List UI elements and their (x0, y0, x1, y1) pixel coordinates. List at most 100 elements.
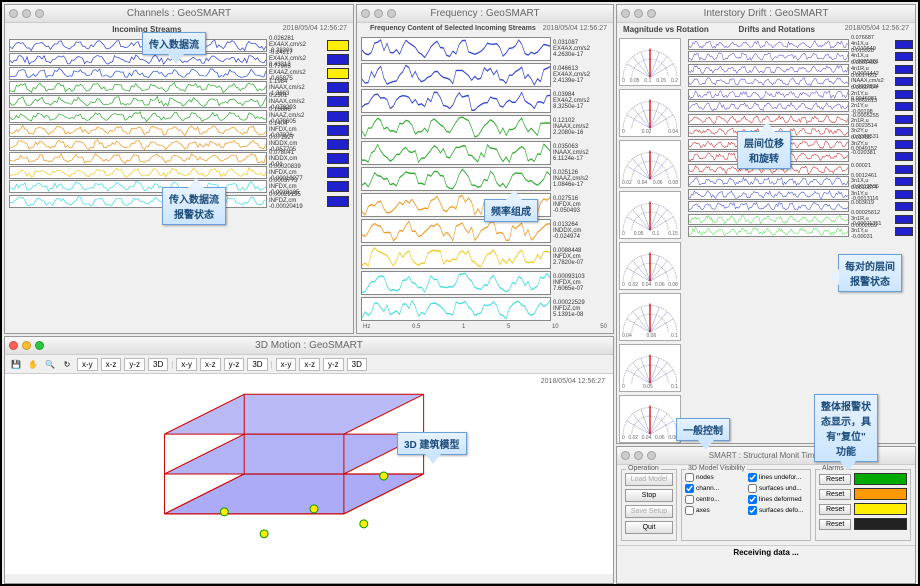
drift-waveform[interactable] (688, 76, 849, 87)
drift-waveform[interactable] (688, 64, 849, 75)
drift-waveform[interactable] (688, 39, 849, 50)
drift-timestamp: 2018/05/04 12:56:27 (845, 25, 909, 34)
checkbox-input[interactable] (685, 484, 694, 493)
checkbox-input[interactable] (685, 495, 694, 504)
callout-3d: 3D 建筑模型 (397, 432, 467, 455)
vis-checkbox-chann[interactable]: chann... (685, 484, 744, 493)
view-button-yz[interactable]: y-z (224, 358, 245, 371)
drift-waveform[interactable] (688, 214, 849, 225)
reset-button[interactable]: Reset (819, 489, 851, 500)
channels-titlebar[interactable]: Channels : GeoSMART (5, 5, 353, 23)
save-icon[interactable]: 💾 (9, 357, 23, 371)
frequency-info: 0.025126INAAZ,cm/s21.0846e-17 (553, 170, 609, 188)
channel-waveform[interactable] (9, 53, 267, 66)
reset-button[interactable]: Reset (819, 474, 851, 485)
vis-checkbox-linesdeformed[interactable]: lines deformed (748, 495, 807, 504)
channel-waveform[interactable] (9, 81, 267, 94)
frequency-row: 0.00093103INFDX,cm7.6065e-07 (361, 270, 609, 296)
motion3d-viewport[interactable]: 2018/05/04 12:56:27 (5, 374, 613, 574)
channel-waveform[interactable] (9, 138, 267, 151)
view-button-xz[interactable]: x-z (101, 358, 122, 371)
frequency-waveform[interactable] (361, 37, 551, 61)
callout-overall: 整体报警状 态显示，具 有"复位" 功能 (814, 394, 878, 462)
drift-dr-title: Drifts and Rotations (739, 25, 815, 34)
vis-checkbox-surfacesdefo[interactable]: surfaces defo... (748, 506, 807, 515)
channel-waveform[interactable] (9, 110, 267, 123)
drift-waveform[interactable] (688, 189, 849, 200)
reset-button[interactable]: Reset (819, 519, 851, 530)
checkbox-input[interactable] (748, 495, 757, 504)
drift-row: 0.00020593n1Y,u-0.00031 (688, 226, 913, 239)
drift-window: Interstory Drift : GeoSMART Magnitude vs… (616, 4, 916, 444)
checkbox-input[interactable] (685, 506, 694, 515)
vis-checkbox-nodes[interactable]: nodes (685, 473, 744, 482)
frequency-waveform[interactable] (361, 89, 551, 113)
control-title: SMART : Structural Monit Time : (709, 451, 823, 460)
channel-waveform[interactable] (9, 166, 267, 179)
frequency-waveform[interactable] (361, 245, 551, 269)
view-button-xy[interactable]: x-y (276, 358, 297, 371)
drift-alarm-indicator (895, 215, 913, 224)
checkbox-input[interactable] (748, 484, 757, 493)
view-button-xz[interactable]: x-z (200, 358, 221, 371)
frequency-info: 0.031087EX4AX,cm/s24.2630e-17 (553, 40, 609, 58)
vis-checkbox-linesundefor[interactable]: lines undefor... (748, 473, 807, 482)
op-button-stop[interactable]: Stop (625, 489, 673, 502)
channels-timestamp: 2018/05/04 12:56:27 (283, 25, 347, 34)
frequency-waveform[interactable] (361, 271, 551, 295)
channel-alarm-indicator (327, 125, 349, 136)
frequency-waveform[interactable] (361, 297, 551, 321)
frequency-waveform[interactable] (361, 167, 551, 191)
frequency-waveform[interactable] (361, 219, 551, 243)
callout-general: 一般控制 (676, 418, 730, 441)
refresh-icon[interactable]: ↻ (60, 357, 74, 371)
view-button-3D[interactable]: 3D (148, 358, 168, 371)
vis-checkbox-axes[interactable]: axes (685, 506, 744, 515)
zoom-in-icon[interactable]: 🔍 (43, 357, 57, 371)
checkbox-input[interactable] (748, 506, 757, 515)
checkbox-label: lines undefor... (759, 474, 801, 481)
view-button-yz[interactable]: y-z (124, 358, 145, 371)
op-button-quit[interactable]: Quit (625, 521, 673, 534)
frequency-window: Frequency : GeoSMART Frequency Content o… (356, 4, 614, 334)
hand-icon[interactable]: ✋ (26, 357, 40, 371)
checkbox-label: centro... (696, 496, 719, 503)
channel-waveform[interactable] (9, 195, 267, 208)
drift-waveform[interactable] (688, 89, 849, 100)
drift-mag-title: Magnitude vs Rotation (623, 25, 709, 34)
frequency-waveform[interactable] (361, 141, 551, 165)
op-button-save-setup[interactable]: Save Setup (625, 505, 673, 518)
drift-waveform[interactable] (688, 176, 849, 187)
view-button-3D[interactable]: 3D (247, 358, 267, 371)
drift-titlebar[interactable]: Interstory Drift : GeoSMART (617, 5, 915, 23)
channel-waveform[interactable] (9, 95, 267, 108)
drift-waveform[interactable] (688, 226, 849, 237)
channel-waveform[interactable] (9, 67, 267, 80)
op-button-load-model[interactable]: Load Model (625, 473, 673, 486)
frequency-row: 0.0088448INFDX,cm2.7820e-07 (361, 244, 609, 270)
frequency-info: 0.035063INAAX,cm/s26.1124e-17 (553, 144, 609, 162)
drift-alarm-indicator (895, 152, 913, 161)
frequency-waveform[interactable] (361, 115, 551, 139)
channel-waveform[interactable] (9, 180, 267, 193)
frequency-titlebar[interactable]: Frequency : GeoSMART (357, 5, 613, 23)
checkbox-input[interactable] (685, 473, 694, 482)
reset-button[interactable]: Reset (819, 504, 851, 515)
frequency-timestamp: 2018/05/04 12:56:27 (543, 25, 607, 32)
view-button-xz[interactable]: x-z (299, 358, 320, 371)
frequency-waveform[interactable] (361, 63, 551, 87)
channel-waveform[interactable] (9, 39, 267, 52)
drift-waveform[interactable] (688, 201, 849, 212)
view-button-xy[interactable]: x-y (176, 358, 197, 371)
motion3d-titlebar[interactable]: 3D Motion : GeoSMART (5, 337, 613, 355)
channel-waveform[interactable] (9, 152, 267, 165)
checkbox-input[interactable] (748, 473, 757, 482)
view-button-3D[interactable]: 3D (347, 358, 367, 371)
view-button-yz[interactable]: y-z (323, 358, 344, 371)
vis-checkbox-centro[interactable]: centro... (685, 495, 744, 504)
vis-checkbox-surfacesund[interactable]: surfaces und... (748, 484, 807, 493)
drift-waveform[interactable] (688, 101, 849, 112)
drift-waveform[interactable] (688, 51, 849, 62)
view-button-xy[interactable]: x-y (77, 358, 98, 371)
channel-waveform[interactable] (9, 124, 267, 137)
